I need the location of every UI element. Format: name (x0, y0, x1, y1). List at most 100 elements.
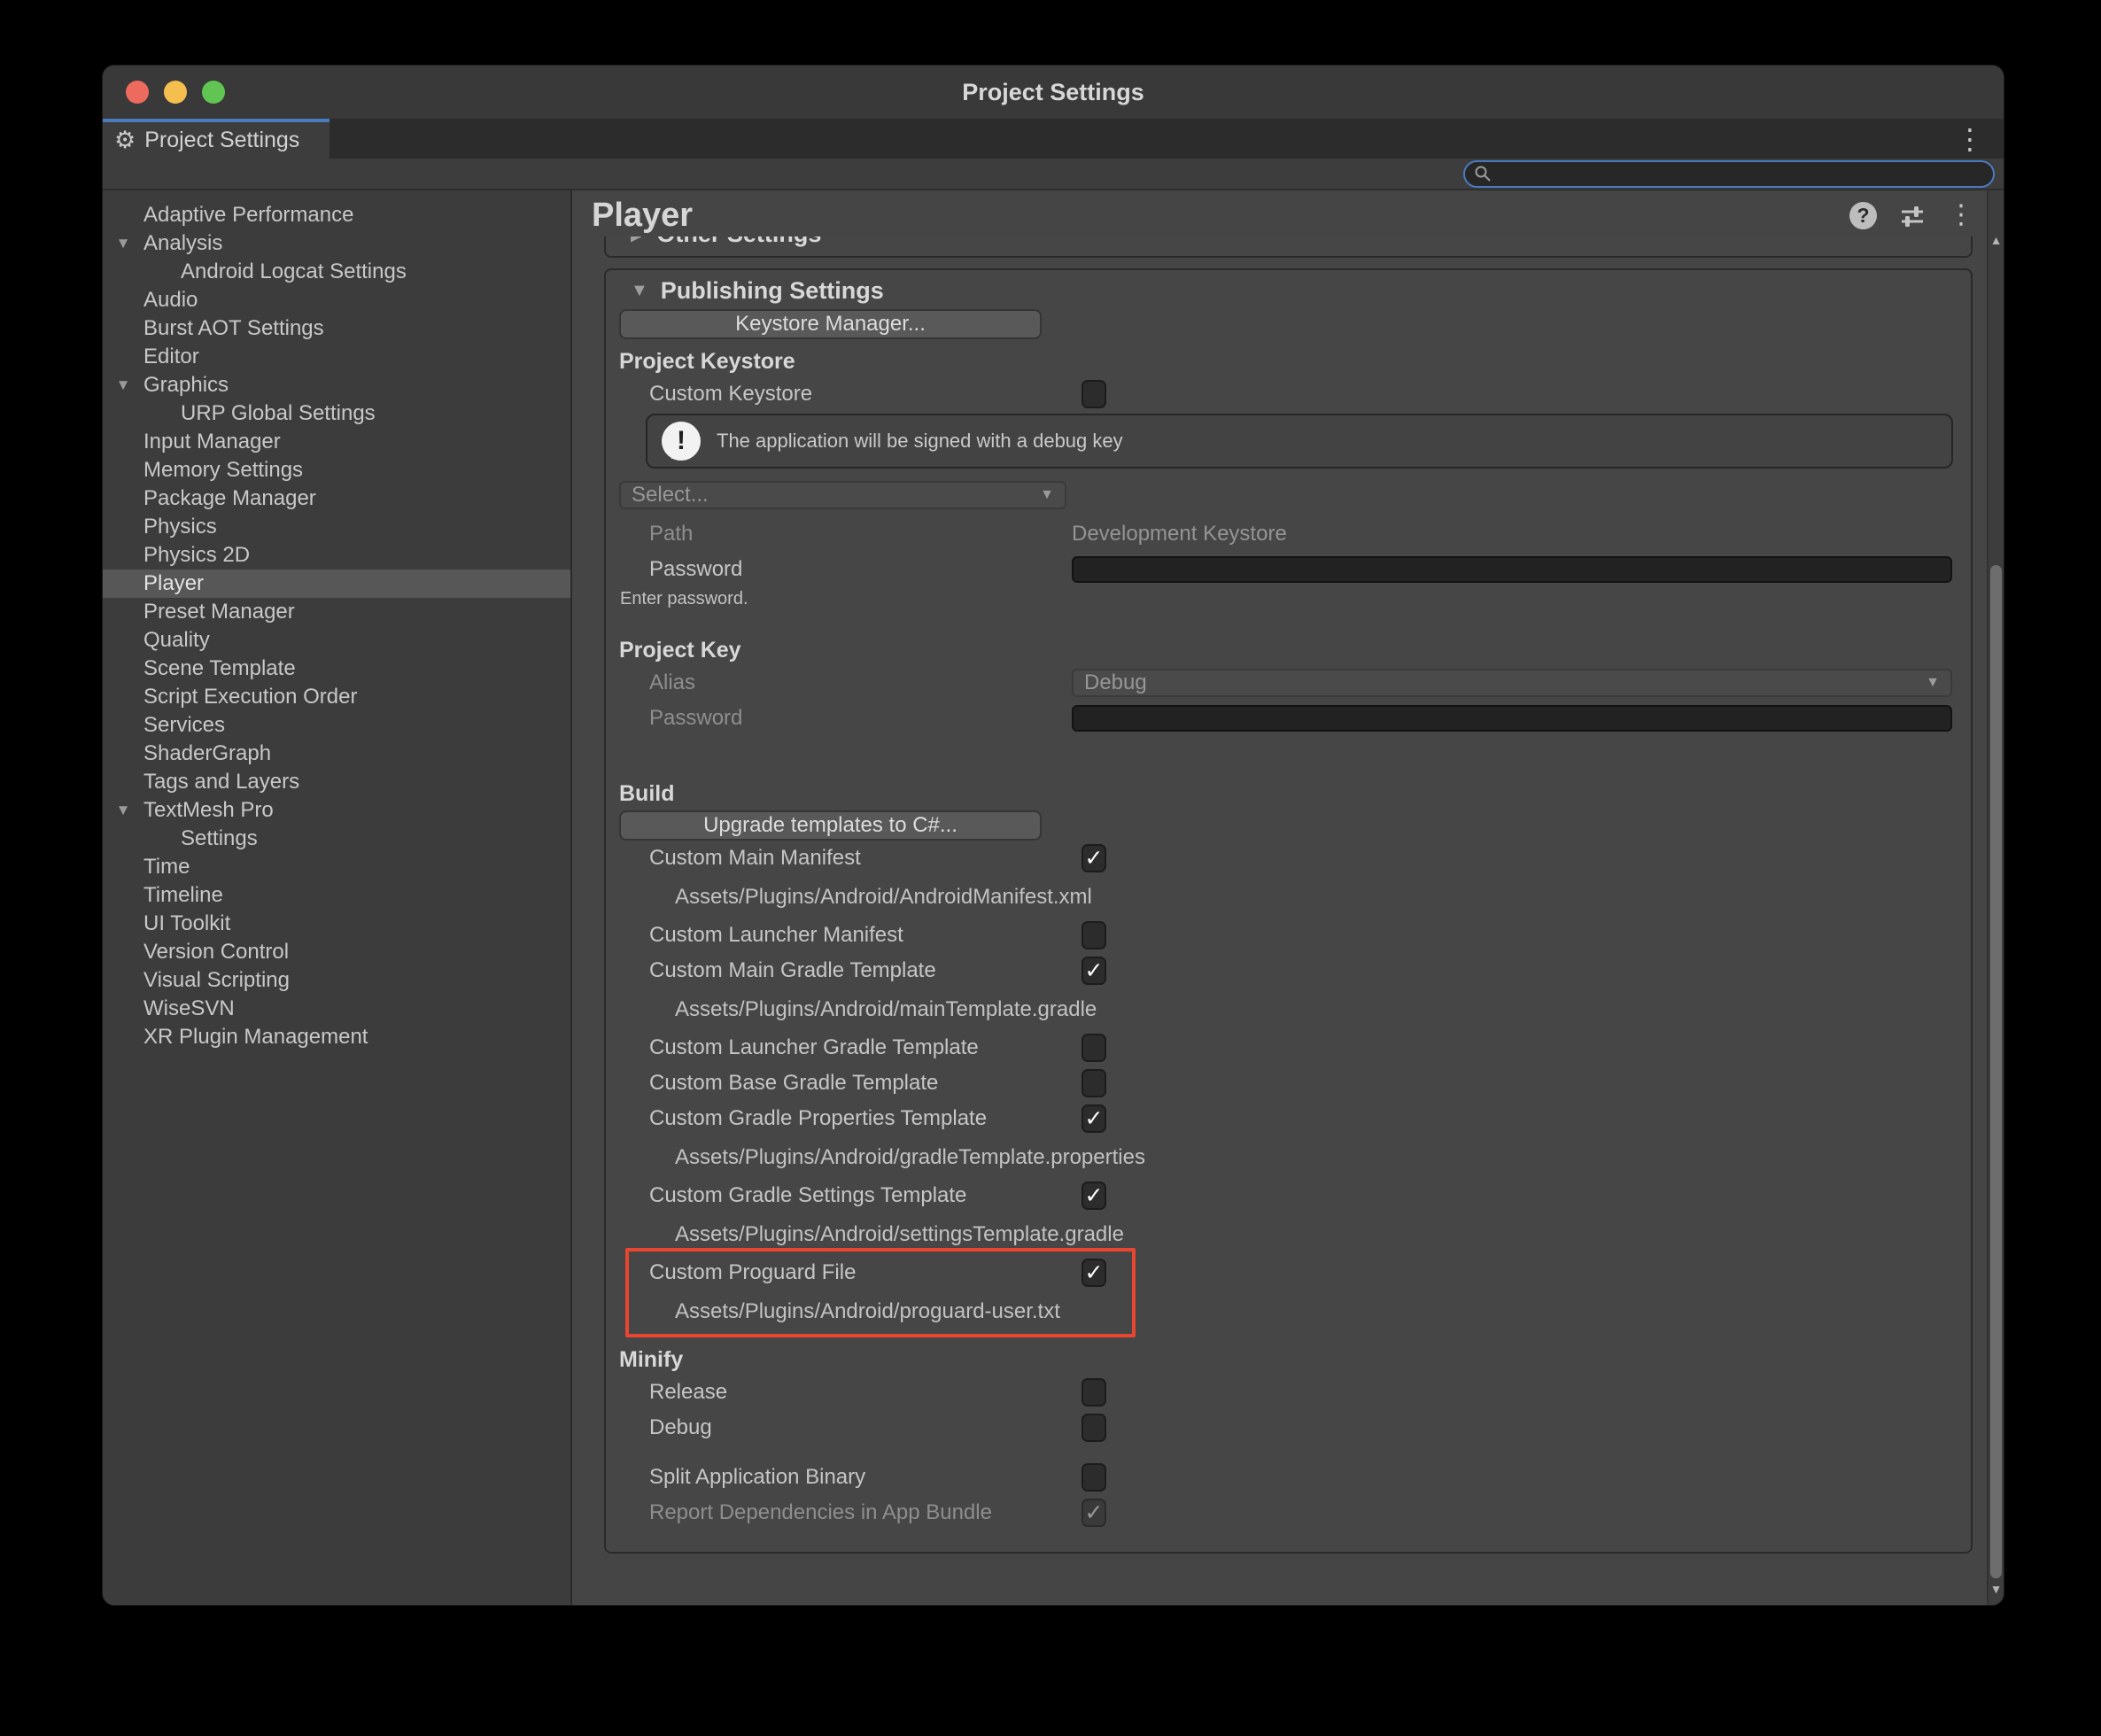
other-settings-section[interactable]: ▶ Other Settings (604, 236, 1973, 258)
custom-keystore-checkbox[interactable] (1082, 380, 1106, 408)
setting-row-split-application-binary: Split Application Binary (606, 1460, 1971, 1495)
key-password-input[interactable] (1072, 705, 1952, 732)
sidebar-item-analysis[interactable]: ▼Analysis (103, 229, 570, 258)
custom-gradle-settings-template-checkbox[interactable] (1082, 1182, 1106, 1210)
kebab-menu-icon[interactable]: ⋮ (1956, 125, 1984, 153)
kebab-menu-icon[interactable]: ⋮ (1948, 202, 1974, 229)
sidebar-item-player[interactable]: Player (103, 570, 570, 598)
setting-row-custom-launcher-manifest: Custom Launcher Manifest (606, 918, 1971, 953)
custom-base-gradle-template-checkbox[interactable] (1082, 1069, 1106, 1097)
sidebar-item-urp-global-settings[interactable]: URP Global Settings (103, 399, 570, 428)
sidebar-item-tags-and-layers[interactable]: Tags and Layers (103, 768, 570, 796)
template-path-row: Assets/Plugins/Android/mainTemplate.grad… (606, 988, 1971, 1030)
sidebar-item-ui-toolkit[interactable]: UI Toolkit (103, 910, 570, 938)
keystore-manager-button[interactable]: Keystore Manager... (619, 309, 1042, 339)
sidebar-item-label: Version Control (143, 940, 289, 965)
custom-gradle-properties-template-checkbox[interactable] (1082, 1104, 1106, 1133)
debug-checkbox[interactable] (1082, 1414, 1106, 1442)
sidebar-item-label: UI Toolkit (143, 911, 230, 936)
sidebar-item-quality[interactable]: Quality (103, 626, 570, 655)
sidebar-item-timeline[interactable]: Timeline (103, 881, 570, 910)
help-icon[interactable]: ? (1849, 202, 1877, 229)
chevron-right-icon: ▶ (631, 236, 644, 245)
release-checkbox[interactable] (1082, 1378, 1106, 1407)
custom-proguard-file-checkbox[interactable] (1082, 1259, 1106, 1287)
custom-launcher-manifest-checkbox[interactable] (1082, 921, 1106, 949)
key-password-row: Password (606, 701, 1971, 736)
sidebar-item-label: Tags and Layers (143, 770, 299, 794)
upgrade-templates-button[interactable]: Upgrade templates to C#... (619, 810, 1042, 841)
other-settings-header: Other Settings (656, 236, 821, 248)
alias-row: Alias Debug ▼ (606, 665, 1971, 701)
build-rows: Custom Main ManifestAssets/Plugins/Andro… (606, 841, 1971, 1255)
setting-label: Custom Gradle Properties Template (649, 1106, 987, 1131)
sidebar-item-physics-2d[interactable]: Physics 2D (103, 541, 570, 570)
sidebar-item-script-execution-order[interactable]: Script Execution Order (103, 683, 570, 711)
sidebar-item-textmesh-pro[interactable]: ▼TextMesh Pro (103, 796, 570, 825)
dropdown-value: Select... (632, 483, 709, 508)
foldout-triangle-icon[interactable]: ▼ (110, 235, 136, 252)
sidebar-item-xr-plugin-management[interactable]: XR Plugin Management (103, 1023, 570, 1051)
vertical-scrollbar[interactable]: ▲ ▼ (1987, 190, 2004, 1605)
custom-main-manifest-checkbox[interactable] (1082, 844, 1106, 872)
tab-project-settings[interactable]: ⚙ Project Settings (103, 119, 329, 159)
setting-row-custom-gradle-settings-template: Custom Gradle Settings Template (606, 1178, 1971, 1213)
sidebar-item-time[interactable]: Time (103, 853, 570, 881)
sidebar-item-version-control[interactable]: Version Control (103, 938, 570, 966)
sidebar-item-services[interactable]: Services (103, 711, 570, 740)
sidebar-item-settings[interactable]: Settings (103, 825, 570, 853)
sidebar-item-visual-scripting[interactable]: Visual Scripting (103, 966, 570, 995)
scrollbar-thumb[interactable] (1990, 565, 2002, 1578)
keystore-password-row: Password (606, 552, 1971, 587)
content-header: Player ? ⋮ (572, 190, 1987, 236)
custom-keystore-row: Custom Keystore (606, 376, 1971, 412)
sidebar-item-graphics[interactable]: ▼Graphics (103, 371, 570, 399)
sidebar-item-input-manager[interactable]: Input Manager (103, 428, 570, 456)
setting-label: Alias (649, 670, 695, 695)
content-main: Player ? ⋮ ▶ (572, 190, 1987, 1605)
template-path-row: Assets/Plugins/Android/settingsTemplate.… (606, 1213, 1971, 1255)
sidebar-item-package-manager[interactable]: Package Manager (103, 484, 570, 513)
template-path-text: Assets/Plugins/Android/AndroidManifest.x… (675, 885, 1092, 910)
setting-label: Report Dependencies in App Bundle (649, 1500, 992, 1525)
split-application-binary-checkbox[interactable] (1082, 1463, 1106, 1492)
custom-launcher-gradle-template-checkbox[interactable] (1082, 1034, 1106, 1062)
scroll-down-arrow-icon[interactable]: ▼ (1989, 1582, 2004, 1596)
keystore-password-input[interactable] (1072, 556, 1952, 583)
sidebar-item-adaptive-performance[interactable]: Adaptive Performance (103, 201, 570, 229)
sidebar-item-editor[interactable]: Editor (103, 343, 570, 371)
template-path-text: Assets/Plugins/Android/mainTemplate.grad… (675, 997, 1097, 1022)
sidebar-item-android-logcat-settings[interactable]: Android Logcat Settings (103, 258, 570, 286)
setting-label: Custom Launcher Manifest (649, 923, 903, 948)
sidebar-item-memory-settings[interactable]: Memory Settings (103, 456, 570, 484)
foldout-triangle-icon[interactable]: ▼ (110, 802, 136, 819)
custom-main-gradle-template-checkbox[interactable] (1082, 957, 1106, 985)
minimize-window-button[interactable] (164, 81, 187, 104)
close-window-button[interactable] (126, 81, 149, 104)
scroll-up-arrow-icon[interactable]: ▲ (1989, 233, 2004, 247)
sidebar-item-wisesvn[interactable]: WiseSVN (103, 995, 570, 1023)
template-path-row: Assets/Plugins/Android/AndroidManifest.x… (606, 876, 1971, 918)
content-pane: Player ? ⋮ ▶ (572, 190, 2004, 1605)
foldout-triangle-icon[interactable]: ▼ (110, 376, 136, 394)
sidebar-item-preset-manager[interactable]: Preset Manager (103, 598, 570, 626)
sidebar-item-burst-aot-settings[interactable]: Burst AOT Settings (103, 314, 570, 343)
sidebar-item-scene-template[interactable]: Scene Template (103, 655, 570, 683)
keystore-path-row: Path Development Keystore (606, 516, 1971, 552)
keystore-select-dropdown[interactable]: Select... ▼ (619, 481, 1066, 509)
setting-label: Custom Base Gradle Template (649, 1071, 938, 1096)
publishing-settings-header-row[interactable]: ▼ Publishing Settings (606, 270, 1971, 306)
setting-label: Custom Main Gradle Template (649, 958, 936, 983)
sidebar-item-physics[interactable]: Physics (103, 513, 570, 541)
settings-scrollview: ▶ Other Settings ▼ Publishing Settings K… (572, 236, 1987, 1605)
sidebar-item-audio[interactable]: Audio (103, 286, 570, 314)
setting-row-custom-main-gradle-template: Custom Main Gradle Template (606, 953, 1971, 988)
presets-icon[interactable] (1898, 201, 1927, 229)
search-input[interactable] (1492, 162, 1993, 185)
sidebar-item-shadergraph[interactable]: ShaderGraph (103, 740, 570, 768)
search-field[interactable] (1463, 160, 1995, 188)
sidebar-item-label: Memory Settings (143, 458, 303, 483)
zoom-window-button[interactable] (202, 81, 225, 104)
alias-dropdown[interactable]: Debug ▼ (1072, 669, 1952, 697)
sidebar-item-label: Quality (143, 628, 210, 653)
